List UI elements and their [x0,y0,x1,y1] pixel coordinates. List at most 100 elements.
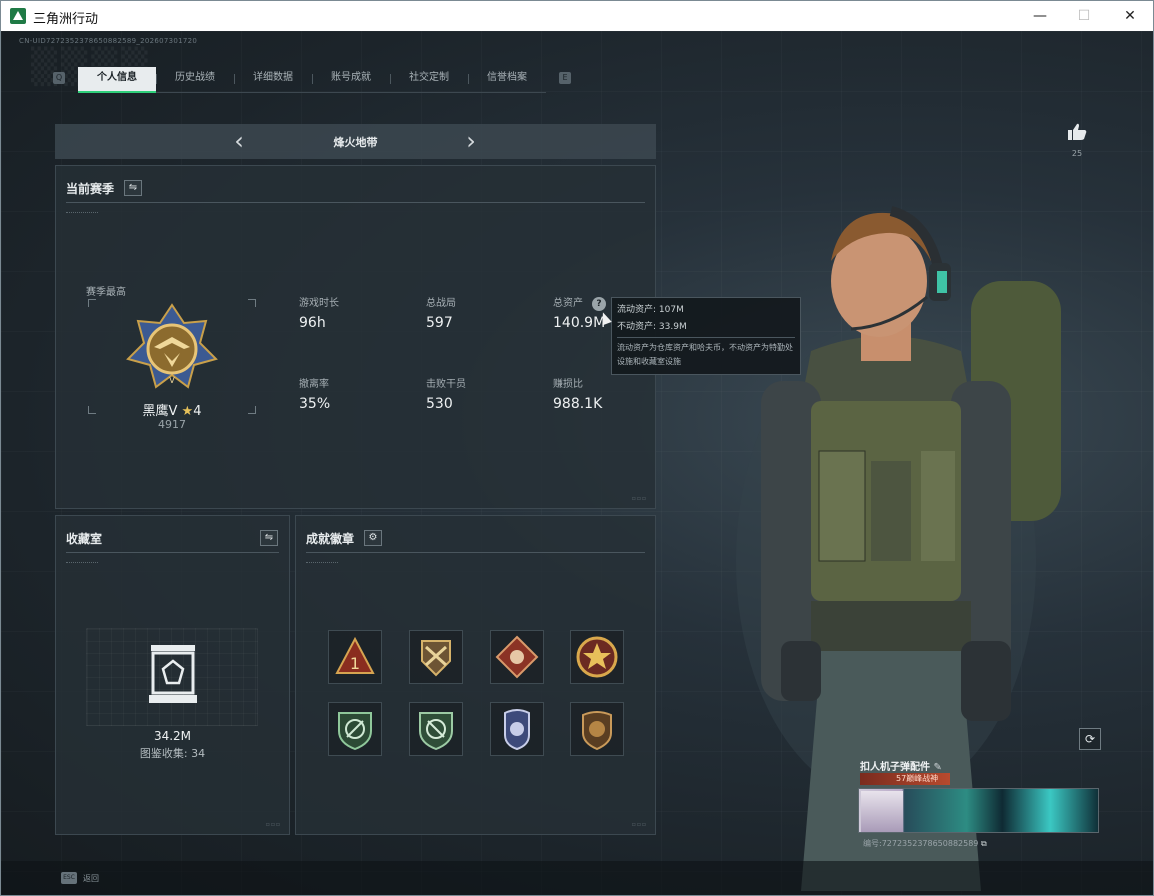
display-case-icon [149,645,197,703]
frame-corner [248,299,256,307]
rank-name: 黑鹰V ★4 [88,400,256,419]
stat-label: 赚损比 [553,379,583,390]
like-count: 25 [1071,149,1083,158]
tooltip-liquid-value: 107M [658,305,684,315]
vault-swap-button[interactable]: ⇋ [260,530,278,546]
maximize-button[interactable]: ☐ [1061,3,1107,29]
divider [66,202,645,203]
refresh-icon[interactable]: ⟳ [1079,728,1101,750]
card-name-text: 扣人机子弹配件 [860,762,930,773]
achievement-badge-4[interactable] [570,630,624,684]
stat-total-matches: 总战局 597 [426,294,456,331]
achievement-badge-8[interactable] [570,702,624,756]
achievement-badge-6[interactable] [409,702,463,756]
close-button[interactable]: ✕ [1107,3,1153,29]
bronze-crest-badge-icon [582,711,612,751]
thumbs-up-icon [1068,123,1087,140]
card-avatar-image [861,791,903,832]
stat-playtime: 游戏时长 96h [299,294,339,331]
like-widget[interactable]: 25 [1067,123,1087,158]
rank-stars: 4 [193,404,202,419]
corner-dots: ▫▫▫ [631,495,647,502]
stat-label: 击败干员 [426,379,466,390]
stat-label: 撤离率 [299,379,329,390]
season-panel: 当前赛季 ⇋ 赛季最高 V 黑鹰V ★4 4917 游戏时长 96h 总战局 5… [55,165,656,509]
stat-profit-ratio: 赚损比 988.1K [553,375,602,412]
tooltip-fixed-label: 不动资产: [617,322,657,332]
police-badge-icon [504,709,530,751]
season-swap-button[interactable]: ⇋ [124,180,142,196]
esc-key[interactable]: ESC [61,872,77,884]
corner-dots: ▫▫▫ [631,821,647,828]
divider-dash [66,212,98,213]
card-id-text: 编号:7272352378650882589 [863,839,979,848]
stat-value: 597 [426,315,453,331]
star-medal-badge-icon [576,636,618,678]
tab-prev-key[interactable]: Q [53,72,65,84]
vault-value: 34.2M [153,729,192,743]
rank-emblem-icon: V [126,303,218,389]
uid-label: CN-UID7272352378650882589_202607301720 [19,37,198,45]
achievements-panel: 成就徽章 ⚙ 1 ▫▫▫ [295,515,656,835]
tab-social[interactable]: 社交定制 [390,67,468,91]
divider-dash [306,562,338,563]
corner-dots: ▫▫▫ [265,821,281,828]
tab-credit[interactable]: 信誉档案 [468,67,546,91]
stat-value: 140.9M [553,315,606,331]
svg-text:V: V [169,376,175,385]
achievement-badge-2[interactable] [409,630,463,684]
tab-next-key[interactable]: E [559,72,571,84]
rank-frame: V [88,299,256,414]
rank-star-icon: ★ [181,404,194,419]
achievement-badge-5[interactable] [328,702,382,756]
card-banner-image [858,788,1099,833]
vault-title: 收藏室 [66,532,103,546]
tooltip-divider [617,337,795,338]
app-logo-icon [10,8,26,24]
name-card[interactable]: 扣人机子弹配件 ✎ 57巅峰战神 [858,756,1099,834]
stat-value: 96h [299,315,326,331]
achievements-settings-button[interactable]: ⚙ [364,530,382,546]
assets-help-icon[interactable]: ? [592,297,606,311]
tab-details[interactable]: 详细数据 [234,67,312,91]
achievement-badge-1[interactable]: 1 [328,630,382,684]
card-name: 扣人机子弹配件 ✎ [860,758,942,773]
season-title: 当前赛季 [66,182,115,196]
mode-next-button[interactable]: › [461,128,481,154]
copy-icon[interactable]: ⧉ [981,839,987,848]
mode-selector: ‹ 烽火地带 › [55,124,656,159]
divider-dash [66,562,98,563]
tooltip-fixed-assets: 不动资产: 33.9M [617,319,795,336]
minimize-button[interactable]: — [1017,3,1063,29]
assets-tooltip: 流动资产: 107M 不动资产: 33.9M 流动资产为仓库资产和哈夫币，不动资… [611,297,801,375]
window-title: 三角洲行动 [33,12,99,27]
stat-value: 35% [299,396,331,412]
footer-bar [1,861,1153,895]
achievement-badge-3[interactable] [490,630,544,684]
tab-history[interactable]: 历史战绩 [156,67,234,91]
game-screen: ▒▒▒▒ CN-UID7272352378650882589_202607301… [1,31,1153,895]
divider [66,552,279,553]
tab-personal-info[interactable]: 个人信息 [78,67,156,93]
tab-list: 个人信息 历史战绩 详细数据 账号成就 社交定制 信誉档案 [78,67,546,93]
back-label[interactable]: 返回 [83,873,99,884]
tooltip-liquid-assets: 流动资产: 107M [617,302,795,319]
edit-icon[interactable]: ✎ [933,762,941,773]
achievement-badge-7[interactable] [490,702,544,756]
vault-display[interactable] [86,628,258,726]
stat-value: 988.1K [553,396,603,412]
tab-achievements[interactable]: 账号成就 [312,67,390,91]
crossed-guns-badge-icon [421,640,451,677]
diamond-badge-icon [495,635,539,679]
stat-value: 530 [426,396,453,412]
green-emblem-badge-icon [419,712,453,751]
app-window: 三角洲行动 — ☐ ✕ ▒▒▒▒ CN-UID72723523786508825… [0,0,1154,896]
season-best-label: 赛季最高 [86,287,126,298]
svg-text:1: 1 [350,654,360,673]
card-subtitle: 57巅峰战神 [860,773,950,785]
divider [306,552,645,553]
vault-panel: 收藏室 ⇋ 34.2M 图鉴收集: 34 ▫▫▫ [55,515,290,835]
rank-points: 4917 [158,418,186,431]
stat-label: 游戏时长 [299,298,339,309]
frame-corner [88,299,96,307]
